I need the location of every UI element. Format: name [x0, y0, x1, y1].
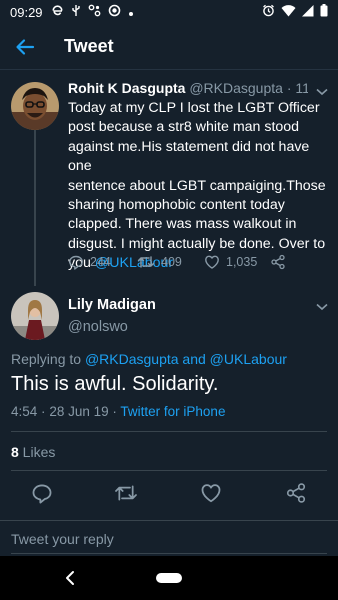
tweet2-meta: 4:54 · 28 Jun 19 · Twitter for iPhone	[11, 404, 225, 419]
retweet-icon	[137, 256, 155, 268]
tweet2-likes-count: 8	[11, 444, 19, 460]
tweet1-like-count: 1,035	[226, 255, 258, 269]
tweet1-like-button[interactable]: 1,035	[204, 254, 257, 270]
status-time: 09:29	[10, 4, 43, 20]
replying-prefix: Replying to	[11, 351, 85, 367]
system-nav-bar	[0, 556, 338, 600]
tweet1-actions: 244 409 1,035	[68, 254, 308, 274]
tweet2-likes-summary[interactable]: 8 Likes	[11, 444, 55, 460]
thread-line	[34, 130, 36, 286]
tweet1-time: 11h	[295, 80, 308, 96]
nav-back-icon	[66, 571, 74, 585]
tweet1-text-line: Today at my CLP I lost the LGBT Officer	[68, 100, 320, 116]
tweet1-text-line: post because a str8 white man stood	[68, 119, 300, 136]
divider	[11, 470, 327, 471]
connection-icon	[88, 4, 101, 20]
tweet2-author-name[interactable]: Lily Madigan	[68, 297, 156, 313]
tweet2-share-button[interactable]	[285, 482, 307, 509]
wifi-icon	[281, 4, 296, 20]
share-icon	[286, 483, 306, 503]
tweet2-menu-chevron-down-icon[interactable]	[315, 299, 329, 311]
tweet2-actions	[0, 482, 338, 506]
status-bar: 09:29	[0, 0, 338, 24]
tweet2-separator: ·	[41, 404, 46, 419]
tweet1-text-line: against me.His statement did not have on…	[68, 138, 310, 175]
signal-icon	[302, 4, 314, 20]
tweet2-text: This is awful. Solidarity.	[11, 373, 219, 395]
alarm-icon	[262, 4, 275, 20]
browser-e-icon	[51, 4, 64, 20]
tweet2-like-button[interactable]	[200, 482, 222, 509]
arrow-left-icon	[16, 38, 35, 55]
vpn-icon	[108, 4, 121, 20]
tweet1-separator: ·	[286, 80, 292, 96]
share-icon	[271, 254, 285, 270]
tweet2-source-separator: ·	[112, 404, 117, 419]
tweet1-author-name[interactable]: Rohit K Dasgupta	[68, 80, 185, 96]
tweet1-retweet-count: 409	[161, 255, 182, 269]
divider	[11, 431, 327, 432]
tweet1-text-line: sharing homophobic content today	[68, 197, 285, 214]
tweet2-retweet-button[interactable]	[114, 482, 138, 509]
tweet1-share-button[interactable]	[270, 254, 286, 270]
tweet1-text-line: sentence about LGBT campaiging.Those	[68, 177, 326, 194]
replying-to-uklabour-link[interactable]: @UKLabour	[210, 351, 287, 367]
app-bar: Tweet	[0, 24, 338, 70]
reply-icon	[32, 484, 52, 504]
tweet1-text-line: clapped. There was mass walkout in	[68, 216, 297, 233]
avatar-lily[interactable]	[11, 292, 59, 340]
heart-icon	[201, 484, 221, 503]
tweet2-time: 4:54	[11, 404, 38, 419]
replying-and: and	[178, 351, 210, 367]
tweet1-text: Today at my CLP I lost the LGBT Officer …	[68, 99, 330, 274]
tweet1-reply-count: 244	[90, 255, 111, 269]
tweet2-source-link[interactable]: Twitter for iPhone	[120, 404, 225, 419]
retweet-icon	[115, 485, 137, 501]
tweet2-date: 28 Jun 19	[49, 404, 109, 419]
battery-icon	[320, 4, 328, 20]
reply-input[interactable]: Tweet your reply	[11, 531, 114, 547]
usb-icon	[71, 4, 81, 20]
tweet1-text-line: disgust. I might actually be done. Over …	[68, 235, 326, 252]
replying-to-rkdasgupta-link[interactable]: @RKDasgupta	[85, 351, 179, 367]
tweet1-reply-button[interactable]: 244	[68, 254, 111, 270]
tweet1-retweet-button[interactable]: 409	[137, 254, 182, 270]
reply-input-underline	[11, 553, 327, 554]
tweet2-likes-label: Likes	[18, 444, 56, 460]
tweet2-handle[interactable]: @nolswo	[68, 319, 128, 335]
home-pill-icon[interactable]	[156, 573, 182, 583]
tweet1-handle[interactable]: @RKDasgupta	[189, 80, 283, 96]
reply-icon	[69, 255, 83, 270]
replying-to: Replying to @RKDasgupta and @UKLabour	[11, 351, 287, 367]
page-title: Tweet	[64, 36, 114, 56]
reply-bar: Tweet your reply	[0, 520, 338, 556]
dot-icon	[128, 5, 134, 20]
avatar-rohit[interactable]	[11, 82, 59, 130]
back-button[interactable]	[2, 24, 48, 70]
nav-back-button[interactable]	[64, 569, 76, 592]
tweet1-header: Rohit K Dasgupta @RKDasgupta · 11h	[68, 80, 308, 96]
tweet2-reply-button[interactable]	[31, 482, 53, 509]
tweet1-menu-chevron-down-icon[interactable]	[315, 84, 329, 96]
heart-icon	[205, 255, 219, 269]
